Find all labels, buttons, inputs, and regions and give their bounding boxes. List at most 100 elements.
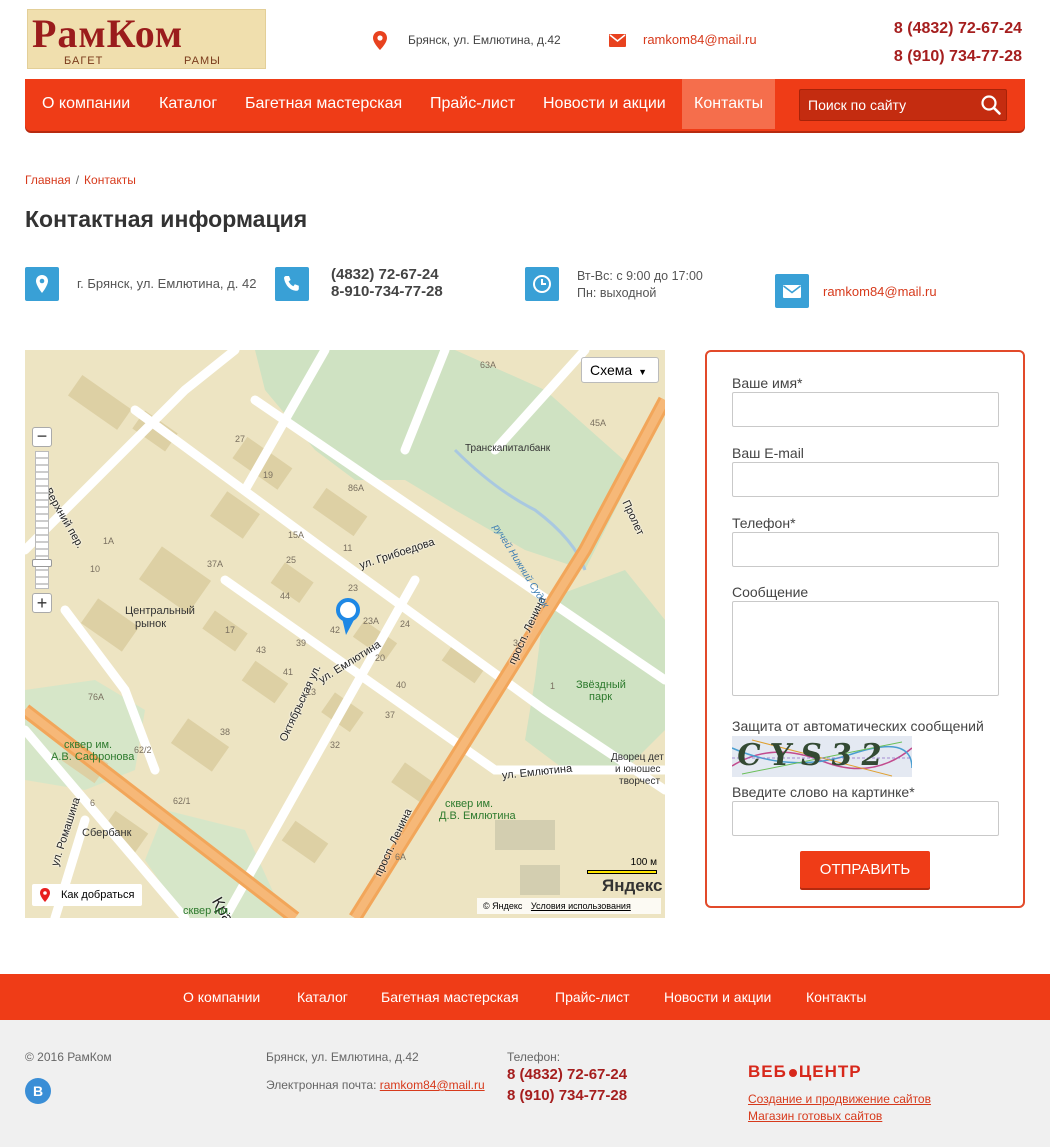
captcha-input-label: Введите слово на картинке* xyxy=(732,784,915,800)
page-title: Контактная информация xyxy=(25,206,308,232)
footer-nav-about[interactable]: О компании xyxy=(183,974,260,1020)
footer-nav-news[interactable]: Новости и акции xyxy=(664,974,771,1020)
footer-nav-pricelist[interactable]: Прайс-лист xyxy=(555,974,630,1020)
dev-link-shop[interactable]: Магазин готовых сайтов xyxy=(748,1109,882,1123)
logo-sub-right: РАМЫ xyxy=(184,55,221,67)
contact-hours: Вт-Вс: с 9:00 до 17:00 Пн: выходной xyxy=(577,268,703,302)
nav-item-catalog[interactable]: Каталог xyxy=(142,79,234,129)
header-phone[interactable]: 8 (4832) 72-67-24 xyxy=(894,15,1022,43)
search-input[interactable] xyxy=(800,90,976,120)
map-zoom-control: − + xyxy=(32,427,52,613)
submit-button[interactable]: ОТПРАВИТЬ xyxy=(800,851,930,888)
map-label-poi: Центральный xyxy=(125,605,195,617)
map-label-num: 41 xyxy=(283,667,294,677)
route-button[interactable]: Как добраться xyxy=(32,884,142,906)
map-label-num: 15А xyxy=(288,530,305,540)
contact-phones: (4832) 72-67-24 8-910-734-77-28 xyxy=(331,266,443,300)
captcha-label: Защита от автоматических сообщений xyxy=(732,718,984,734)
map-label-num: 19 xyxy=(263,470,274,480)
map-attribution: © Яндекс Условия использования xyxy=(477,898,661,914)
message-field[interactable] xyxy=(732,601,999,696)
hours-line: Пн: выходной xyxy=(577,286,657,300)
logo-dot-icon xyxy=(788,1068,797,1077)
map-label-num: 20 xyxy=(375,653,386,663)
nav-item-about[interactable]: О компании xyxy=(25,79,147,129)
captcha-image: CYS32 xyxy=(732,736,912,777)
search-icon[interactable] xyxy=(980,94,1002,116)
zoom-in-button[interactable]: + xyxy=(32,593,52,613)
phone-label: Телефон* xyxy=(732,515,796,531)
contact-phone[interactable]: 8-910-734-77-28 xyxy=(331,283,443,300)
map-label-poi: Дворец дет xyxy=(611,752,664,763)
header-email-link[interactable]: ramkom84@mail.ru xyxy=(643,32,757,47)
map-label-poi: и юношес xyxy=(615,764,661,775)
vk-icon[interactable]: В xyxy=(25,1078,51,1104)
email-icon-box xyxy=(775,274,809,308)
footer-email-link[interactable]: ramkom84@mail.ru xyxy=(380,1078,485,1092)
footer-phone[interactable]: 8 (4832) 72-67-24 xyxy=(507,1064,627,1085)
main-nav: О компании Каталог Багетная мастерская П… xyxy=(25,79,1025,131)
map-label-num: 39 xyxy=(296,638,307,648)
message-label: Сообщение xyxy=(732,584,809,600)
map-label-num: 86А xyxy=(348,483,365,493)
map-pin-icon xyxy=(373,31,387,55)
map-type-button[interactable]: Схема ▼ xyxy=(581,357,659,383)
site-footer: © 2016 РамКом В Брянск, ул. Емлютина, д.… xyxy=(0,1020,1050,1147)
clock-icon-box xyxy=(525,267,559,301)
email-field[interactable] xyxy=(732,462,999,497)
footer-phone[interactable]: 8 (910) 734-77-28 xyxy=(507,1085,627,1106)
map-pin-icon xyxy=(36,275,48,293)
yandex-logo[interactable]: Яндекс xyxy=(602,876,662,896)
map-label-poi: Сбербанк xyxy=(82,827,132,839)
map-type-label: Схема xyxy=(590,362,633,378)
header-address: Брянск, ул. Емлютина, д.42 xyxy=(408,33,561,47)
breadcrumb-current[interactable]: Контакты xyxy=(84,173,136,187)
footer-copyright: © 2016 РамКом xyxy=(25,1050,112,1064)
zoom-slider[interactable] xyxy=(35,451,49,589)
map-label-num: 37А xyxy=(207,559,224,569)
map-label-num: 10 xyxy=(90,564,101,574)
zoom-out-button[interactable]: − xyxy=(32,427,52,447)
yandex-map[interactable]: ул. Грибоедова ул. Емлютина ул. Емлютина пр… xyxy=(25,350,665,918)
footer-phones: 8 (4832) 72-67-24 8 (910) 734-77-28 xyxy=(507,1064,627,1106)
map-label-park: сквер им. xyxy=(64,739,113,751)
contact-phone[interactable]: (4832) 72-67-24 xyxy=(331,266,443,283)
footer-nav-workshop[interactable]: Багетная мастерская xyxy=(381,974,519,1020)
zoom-handle[interactable] xyxy=(32,559,52,567)
map-label-num: 1 xyxy=(550,681,556,691)
footer-email-label: Электронная почта: xyxy=(266,1078,377,1092)
map-label-num: 40 xyxy=(396,680,407,690)
map-label-num: 24 xyxy=(400,619,411,629)
map-terms-link[interactable]: Условия использования xyxy=(531,901,631,911)
map-label-num: 6А xyxy=(395,852,407,862)
address-icon-box xyxy=(25,267,59,301)
footer-phone-label: Телефон: xyxy=(507,1050,561,1064)
nav-item-pricelist[interactable]: Прайс-лист xyxy=(413,79,532,129)
name-field[interactable] xyxy=(732,392,999,427)
footer-nav-catalog[interactable]: Каталог xyxy=(297,974,348,1020)
map-label-num: 45А xyxy=(590,418,607,428)
dev-link-creation[interactable]: Создание и продвижение сайтов xyxy=(748,1092,931,1106)
map-label-num: 62/2 xyxy=(134,745,152,755)
map-label-num: 1А xyxy=(103,536,115,546)
footer-email-row: Электронная почта: ramkom84@mail.ru xyxy=(266,1078,485,1092)
map-label-num: 42 xyxy=(330,625,341,635)
search-box xyxy=(799,89,1007,121)
map-label-num: 6 xyxy=(90,798,96,808)
nav-item-workshop[interactable]: Багетная мастерская xyxy=(228,79,419,129)
footer-address: Брянск, ул. Емлютина, д.42 xyxy=(266,1050,419,1064)
footer-nav-contacts[interactable]: Контакты xyxy=(806,974,866,1020)
nav-item-news[interactable]: Новости и акции xyxy=(526,79,683,129)
breadcrumb-home[interactable]: Главная xyxy=(25,173,71,187)
header-phone[interactable]: 8 (910) 734-77-28 xyxy=(894,43,1022,71)
captcha-field[interactable] xyxy=(732,801,999,836)
map-label-park: сквер им. xyxy=(183,905,232,917)
contact-email-link[interactable]: ramkom84@mail.ru xyxy=(823,284,937,299)
webcenter-logo-right: ЦЕНТР xyxy=(798,1062,862,1081)
phone-field[interactable] xyxy=(732,532,999,567)
map-label-num: 27 xyxy=(235,434,246,444)
map-label-park: парк xyxy=(589,691,613,703)
site-logo[interactable]: РамКом БАГЕТ РАМЫ xyxy=(27,9,266,69)
webcenter-logo[interactable]: ВЕБ ЦЕНТР xyxy=(748,1062,862,1082)
nav-item-contacts[interactable]: Контакты xyxy=(682,79,776,129)
